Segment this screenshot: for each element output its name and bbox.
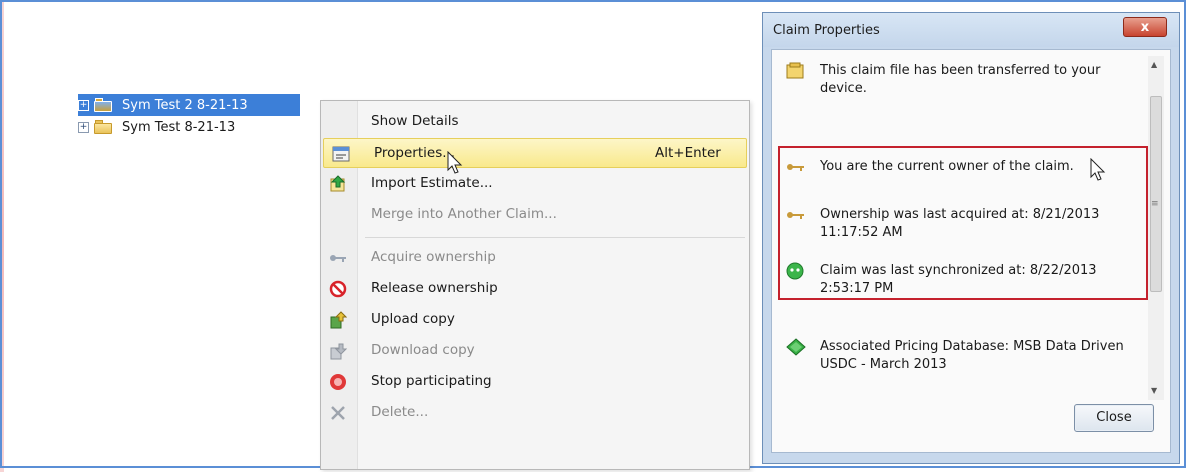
tree-item-label: Sym Test 8-21-13 xyxy=(122,119,236,135)
menu-item-label: Merge into Another Claim... xyxy=(371,206,557,222)
menu-item-merge[interactable]: Merge into Another Claim... xyxy=(321,200,749,230)
database-icon xyxy=(786,338,806,356)
info-current-owner: You are the current owner of the claim. xyxy=(786,158,1140,176)
menu-separator xyxy=(365,237,745,238)
claim-properties-dialog: Claim Properties x This claim file has b… xyxy=(762,12,1180,464)
claim-tree: + Sym Test 2 8-21-13 + Sym Test 8-21-13 xyxy=(78,94,300,138)
menu-item-label: Download copy xyxy=(371,342,475,358)
dialog-titlebar[interactable]: Claim Properties x xyxy=(763,13,1179,47)
download-icon xyxy=(329,342,348,360)
menu-item-download-copy[interactable]: Download copy xyxy=(321,336,749,366)
scroll-down-arrow-icon[interactable]: ▼ xyxy=(1151,386,1157,395)
tree-item-label: Sym Test 2 8-21-13 xyxy=(122,97,248,113)
tree-item-sym-test-2[interactable]: + Sym Test 2 8-21-13 xyxy=(78,94,300,116)
key-icon xyxy=(329,249,347,267)
menu-item-label: Import Estimate... xyxy=(371,175,493,191)
context-menu: Show Details Properties... Alt+Enter Imp… xyxy=(320,100,750,470)
key-icon xyxy=(786,158,806,176)
scroll-grip-icon: ≡ xyxy=(1151,199,1159,209)
expand-icon[interactable]: + xyxy=(78,121,89,133)
info-text: This claim file has been transferred to … xyxy=(820,63,1101,96)
info-text: Ownership was last acquired at: 8/21/201… xyxy=(820,207,1100,240)
stop-icon xyxy=(329,373,347,391)
properties-icon xyxy=(332,145,350,163)
menu-item-show-details[interactable]: Show Details xyxy=(321,107,749,137)
menu-item-label: Properties... xyxy=(374,145,456,161)
info-transferred: This claim file has been transferred to … xyxy=(786,62,1140,98)
menu-item-release-ownership[interactable]: Release ownership xyxy=(321,274,749,304)
menu-item-label: Acquire ownership xyxy=(371,249,496,265)
folder-icon xyxy=(94,120,112,134)
expand-icon[interactable]: + xyxy=(78,99,89,111)
close-button[interactable]: Close xyxy=(1074,404,1154,432)
menu-item-delete[interactable]: Delete... xyxy=(321,398,749,428)
sync-icon xyxy=(786,262,806,280)
dialog-title: Claim Properties xyxy=(773,23,880,38)
menu-item-label: Delete... xyxy=(371,404,429,420)
close-window-button[interactable]: x xyxy=(1123,17,1167,37)
info-ownership-acquired: Ownership was last acquired at: 8/21/201… xyxy=(786,206,1140,242)
menu-item-label: Release ownership xyxy=(371,280,498,296)
claim-file-icon xyxy=(786,62,806,80)
key-icon xyxy=(786,206,806,224)
menu-item-import-estimate[interactable]: Import Estimate... xyxy=(321,169,749,199)
menu-item-acquire-ownership[interactable]: Acquire ownership xyxy=(321,243,749,273)
menu-item-stop-participating[interactable]: Stop participating xyxy=(321,367,749,397)
info-text: Associated Pricing Database: MSB Data Dr… xyxy=(820,339,1124,372)
dialog-content: This claim file has been transferred to … xyxy=(771,49,1171,453)
menu-item-upload-copy[interactable]: Upload copy xyxy=(321,305,749,335)
no-entry-icon xyxy=(329,280,347,298)
mouse-cursor-icon xyxy=(447,151,463,174)
upload-icon xyxy=(329,311,348,329)
info-pricing-database: Associated Pricing Database: MSB Data Dr… xyxy=(786,338,1140,374)
menu-item-label: Show Details xyxy=(371,113,459,129)
mouse-cursor-icon xyxy=(1090,158,1106,181)
info-last-synchronized: Claim was last synchronized at: 8/22/201… xyxy=(786,262,1140,298)
menu-item-shortcut: Alt+Enter xyxy=(655,145,721,161)
menu-item-properties[interactable]: Properties... Alt+Enter xyxy=(323,138,747,168)
menu-item-label: Upload copy xyxy=(371,311,455,327)
scrollbar[interactable]: ▲ ≡ ▼ xyxy=(1148,56,1164,400)
delete-icon xyxy=(329,404,347,422)
import-icon xyxy=(329,175,347,193)
scroll-thumb[interactable] xyxy=(1150,96,1162,292)
menu-item-label: Stop participating xyxy=(371,373,492,389)
folder-icon xyxy=(94,98,112,112)
scroll-up-arrow-icon[interactable]: ▲ xyxy=(1151,60,1157,69)
tree-item-sym-test[interactable]: + Sym Test 8-21-13 xyxy=(78,116,300,138)
info-text: Claim was last synchronized at: 8/22/201… xyxy=(820,263,1097,296)
